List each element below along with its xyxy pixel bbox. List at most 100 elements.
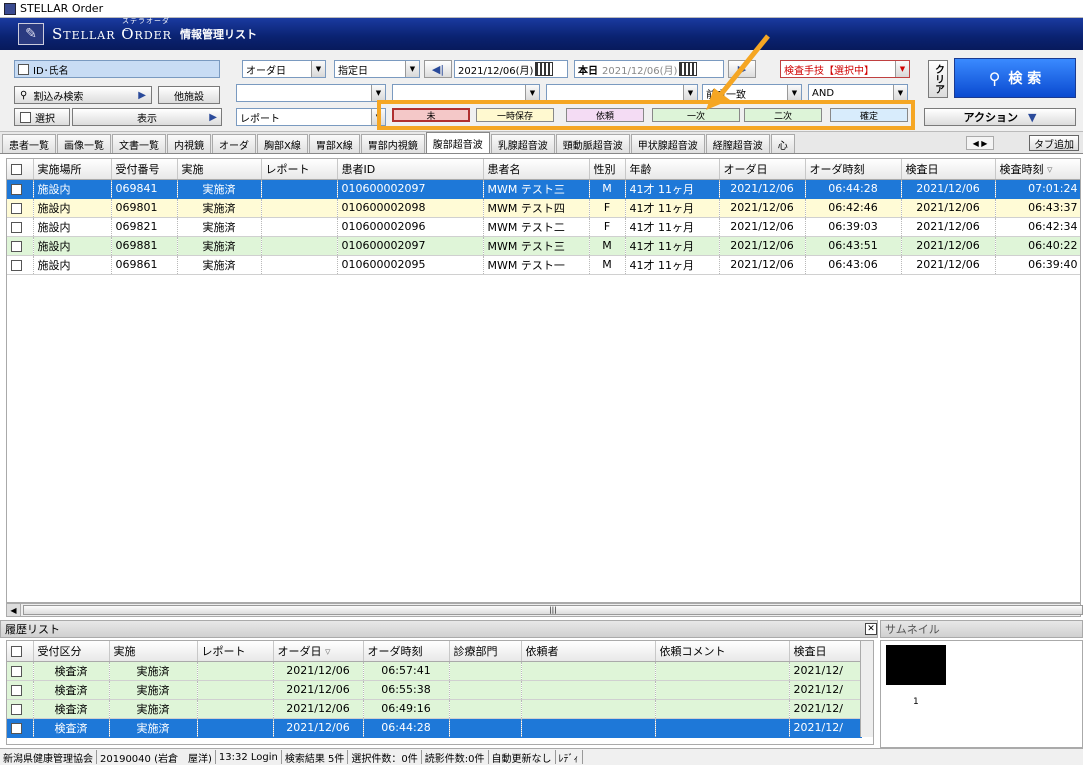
- tab-4[interactable]: オーダ: [212, 134, 256, 153]
- status-filter-temp-save[interactable]: 一時保存: [476, 108, 554, 122]
- row-checkbox[interactable]: [7, 179, 34, 199]
- today-label: 本日: [578, 65, 598, 77]
- scroll-thumb[interactable]: |||: [23, 605, 1083, 615]
- column-header[interactable]: 依頼コメント: [655, 641, 790, 662]
- tab-7[interactable]: 胃部内視鏡: [360, 134, 425, 153]
- filter-field-3[interactable]: ▼: [546, 84, 698, 102]
- row-checkbox[interactable]: [7, 217, 34, 237]
- horizontal-scrollbar[interactable]: ◀ |||: [6, 603, 1083, 617]
- calendar-icon[interactable]: [679, 62, 698, 76]
- table-row[interactable]: 施設内 069821 実施済 010600002096 MWM テスト二 F 41才 11ヶ…: [7, 217, 1080, 237]
- column-header[interactable]: オーダ日 ▿: [273, 641, 364, 662]
- table-cell: 2021/12/06: [901, 236, 996, 256]
- column-header[interactable]: 実施場所: [33, 159, 112, 180]
- status-filter-second[interactable]: 二次: [744, 108, 822, 122]
- column-header[interactable]: レポート: [261, 159, 338, 180]
- tab-1[interactable]: 画像一覧: [57, 134, 111, 153]
- thumbnail-image[interactable]: [886, 645, 946, 685]
- report-select[interactable]: レポート ▼: [236, 108, 386, 126]
- search-button[interactable]: ⚲ 検 索: [954, 58, 1076, 98]
- display-button[interactable]: 表示 ▶: [72, 108, 222, 126]
- table-row[interactable]: 検査済 実施済 2021/12/06 06:44:28 2021/12/: [7, 718, 862, 738]
- column-header[interactable]: レポート: [197, 641, 274, 662]
- table-cell: 検査済: [33, 661, 110, 681]
- row-checkbox[interactable]: [7, 236, 34, 256]
- status-filter-request[interactable]: 依頼: [566, 108, 644, 122]
- column-header[interactable]: オーダ日: [719, 159, 806, 180]
- id-name-field[interactable]: ID･氏名: [14, 60, 220, 78]
- column-header[interactable]: 診療部門: [449, 641, 522, 662]
- row-checkbox[interactable]: [7, 699, 34, 719]
- date-from-field[interactable]: 2021/12/06(月): [454, 60, 568, 78]
- clear-button[interactable]: クリア: [928, 60, 948, 98]
- select-all-checkbox[interactable]: [7, 159, 34, 180]
- column-header[interactable]: 実施: [109, 641, 198, 662]
- row-checkbox[interactable]: [7, 198, 34, 218]
- tab-12[interactable]: 経膣超音波: [705, 134, 770, 153]
- order-date-select[interactable]: オーダ日 ▼: [242, 60, 326, 78]
- tab-13[interactable]: 心: [770, 134, 795, 153]
- next-date-button[interactable]: ▶: [728, 60, 756, 78]
- row-checkbox[interactable]: [7, 718, 34, 738]
- table-row[interactable]: 検査済 実施済 2021/12/06 06:49:16 2021/12/: [7, 699, 862, 719]
- calendar-icon[interactable]: [535, 62, 554, 76]
- add-tab-button[interactable]: タブ追加: [1029, 135, 1079, 151]
- other-facility-button[interactable]: 他施設: [158, 86, 220, 104]
- column-header[interactable]: 検査時刻 ▿: [995, 159, 1080, 180]
- column-header[interactable]: 患者ID: [337, 159, 484, 180]
- id-name-checkbox[interactable]: [18, 63, 29, 75]
- date-mode-select[interactable]: 指定日 ▼: [334, 60, 420, 78]
- status-filter-confirmed[interactable]: 確定: [830, 108, 908, 122]
- filter-field-2[interactable]: ▼: [392, 84, 540, 102]
- column-header[interactable]: オーダ時刻: [805, 159, 902, 180]
- column-header[interactable]: 患者名: [483, 159, 590, 180]
- tab-scroll-buttons[interactable]: ◀ ▶: [966, 136, 994, 150]
- filter-field-1[interactable]: ▼: [236, 84, 386, 102]
- prev-arrow-icon: ◀|: [431, 62, 445, 76]
- vertical-scrollbar[interactable]: [860, 641, 873, 737]
- and-or-select[interactable]: AND ▼: [808, 84, 908, 102]
- tab-9[interactable]: 乳腺超音波: [490, 134, 555, 153]
- status-filter-first[interactable]: 一次: [652, 108, 740, 122]
- date-to-field[interactable]: 本日 2021/12/06(月): [574, 60, 724, 78]
- column-header[interactable]: 実施: [177, 159, 262, 180]
- tab-11[interactable]: 甲状腺超音波: [630, 134, 705, 153]
- row-checkbox[interactable]: [7, 680, 34, 700]
- table-row[interactable]: 施設内 069801 実施済 010600002098 MWM テスト四 F 41才 11ヶ…: [7, 198, 1080, 218]
- column-header[interactable]: 受付区分: [33, 641, 110, 662]
- table-row[interactable]: 施設内 069881 実施済 010600002097 MWM テスト三 M 41才 11ヶ…: [7, 236, 1080, 256]
- tab-2[interactable]: 文書一覧: [112, 134, 166, 153]
- scroll-left-icon[interactable]: ◀: [7, 604, 21, 616]
- row-checkbox[interactable]: [7, 255, 34, 275]
- column-header[interactable]: オーダ時刻: [363, 641, 450, 662]
- column-header[interactable]: 性別: [589, 159, 626, 180]
- column-header[interactable]: 依頼者: [521, 641, 656, 662]
- tab-5[interactable]: 胸部X線: [257, 134, 308, 153]
- table-row[interactable]: 検査済 実施済 2021/12/06 06:57:41 2021/12/: [7, 661, 862, 681]
- match-mode-select[interactable]: 前方一致 ▼: [702, 84, 802, 102]
- tab-6[interactable]: 胃部X線: [308, 134, 360, 153]
- column-header[interactable]: 検査日: [789, 641, 862, 662]
- row-checkbox[interactable]: [7, 661, 34, 681]
- prev-date-button[interactable]: ◀|: [424, 60, 452, 78]
- exam-technique-select[interactable]: 検査手技【選択中】 ▼: [780, 60, 910, 78]
- column-header[interactable]: 受付番号: [111, 159, 178, 180]
- column-header[interactable]: 検査日: [901, 159, 996, 180]
- tab-0[interactable]: 患者一覧: [2, 134, 56, 153]
- action-button[interactable]: アクション ▼: [924, 108, 1076, 126]
- history-title: 履歴リスト: [5, 623, 60, 636]
- tab-8[interactable]: 腹部超音波: [425, 132, 490, 153]
- refine-search-button[interactable]: ⚲ 割込み検索 ▶: [14, 86, 152, 104]
- table-cell: 実施済: [177, 198, 262, 218]
- status-filter-pending[interactable]: 未: [392, 108, 470, 122]
- table-row[interactable]: 検査済 実施済 2021/12/06 06:55:38 2021/12/: [7, 680, 862, 700]
- table-row[interactable]: 施設内 069861 実施済 010600002095 MWM テスト一 M 41才 11ヶ…: [7, 255, 1080, 275]
- tab-3[interactable]: 内視鏡: [167, 134, 211, 153]
- select-all-checkbox[interactable]: [7, 641, 34, 662]
- table-cell: 施設内: [33, 198, 112, 218]
- column-header[interactable]: 年齢: [625, 159, 720, 180]
- close-icon[interactable]: ✕: [865, 623, 877, 635]
- select-button[interactable]: 選択: [14, 108, 70, 126]
- table-row[interactable]: 施設内 069841 実施済 010600002097 MWM テスト三 M 41才 11ヶ…: [7, 179, 1080, 199]
- tab-10[interactable]: 頸動脈超音波: [555, 134, 630, 153]
